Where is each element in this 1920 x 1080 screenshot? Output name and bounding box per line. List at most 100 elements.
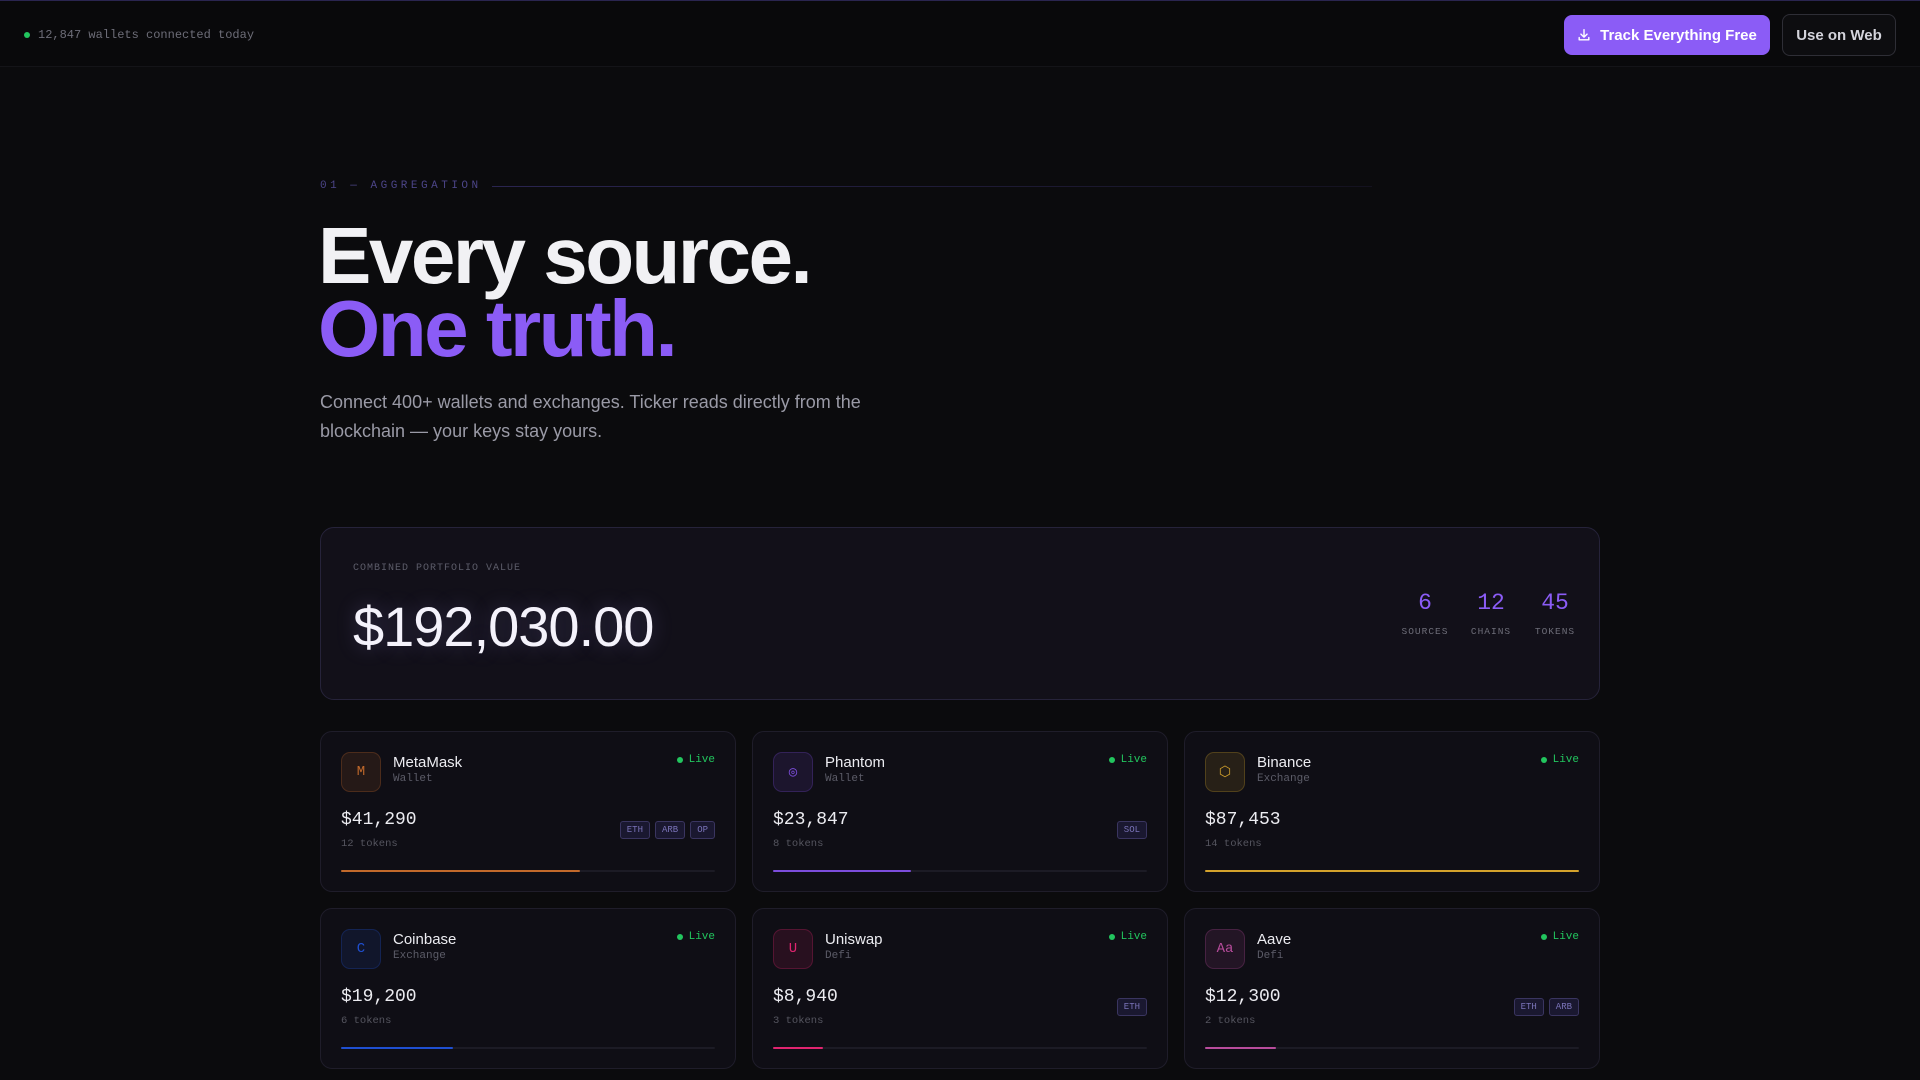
- source-token-count: 12 tokens: [341, 838, 398, 850]
- source-token-count: 6 tokens: [341, 1015, 392, 1027]
- source-name: Uniswap: [825, 931, 883, 948]
- track-everything-free-label: Track Everything Free: [1600, 26, 1757, 44]
- source-name: MetaMask: [393, 754, 463, 771]
- aave-icon: Aa: [1205, 929, 1245, 969]
- live-status-badge: Live: [1108, 754, 1147, 766]
- chain-chips: SOL: [1116, 821, 1147, 839]
- source-card-aave[interactable]: Aa Aave Defi Live $12,300 2 tokens ETH ARB: [1184, 908, 1600, 1069]
- stat-tokens-value: 45: [1541, 590, 1569, 616]
- binance-icon: ⬡: [1205, 752, 1245, 792]
- download-icon: [1578, 29, 1590, 41]
- stat-chains-label: CHAINS: [1470, 626, 1512, 637]
- live-dot-icon: [1540, 934, 1547, 940]
- live-dot-icon: [1108, 934, 1115, 940]
- hero-heading-line2: One truth.: [318, 284, 678, 373]
- live-status-badge: Live: [1540, 931, 1579, 943]
- metamask-icon: M: [341, 752, 381, 792]
- chain-chip: ETH: [619, 821, 650, 839]
- source-value: $41,290: [341, 810, 417, 830]
- wallets-connected-status: 12,847 wallets connected today: [24, 28, 254, 42]
- phantom-icon: ◎: [773, 752, 813, 792]
- allocation-bar: [1205, 1047, 1579, 1049]
- use-on-web-label: Use on Web: [1796, 26, 1882, 44]
- source-type: Defi: [1257, 950, 1284, 962]
- source-value: $87,453: [1205, 810, 1281, 830]
- source-type: Exchange: [393, 950, 446, 962]
- chain-chips: ETH ARB OP: [619, 821, 715, 839]
- source-name: Phantom: [825, 754, 886, 771]
- chain-chips: ETH ARB: [1513, 998, 1579, 1016]
- section-divider: [492, 186, 1372, 187]
- allocation-bar-fill: [1205, 1047, 1277, 1049]
- allocation-bar-fill: [341, 1047, 454, 1049]
- allocation-bar-fill: [1205, 870, 1579, 872]
- uniswap-icon: U: [773, 929, 813, 969]
- source-type: Exchange: [1257, 773, 1310, 785]
- source-name: Binance: [1257, 754, 1312, 771]
- live-dot-icon: [1540, 757, 1547, 763]
- live-status-text: Live: [1120, 754, 1147, 766]
- live-status-badge: Live: [1108, 931, 1147, 943]
- source-type: Wallet: [825, 773, 865, 785]
- stat-chains-value: 12: [1477, 590, 1505, 616]
- source-token-count: 8 tokens: [773, 838, 824, 850]
- stat-sources: 6 SOURCES: [1393, 588, 1457, 637]
- chain-chip: ARB: [1548, 998, 1579, 1016]
- allocation-bar: [341, 870, 715, 872]
- live-status-text: Live: [688, 931, 715, 943]
- source-value: $19,200: [341, 987, 417, 1007]
- source-card-phantom[interactable]: ◎ Phantom Wallet Live $23,847 8 tokens SOL: [752, 731, 1168, 892]
- wallets-connected-text: 12,847 wallets connected today: [38, 28, 255, 42]
- live-status-text: Live: [1120, 931, 1147, 943]
- source-type: Wallet: [393, 773, 433, 785]
- chain-chip: OP: [690, 821, 715, 839]
- hero-description: Connect 400+ wallets and exchanges. Tick…: [320, 392, 861, 441]
- source-card-binance[interactable]: ⬡ Binance Exchange Live $87,453 14 tokens: [1184, 731, 1600, 892]
- live-status-badge: Live: [676, 931, 715, 943]
- source-value: $12,300: [1205, 987, 1281, 1007]
- chain-chip: ARB: [654, 821, 686, 839]
- allocation-bar-fill: [773, 1047, 824, 1049]
- allocation-bar: [1205, 870, 1579, 872]
- status-dot-icon: [24, 32, 30, 38]
- use-on-web-button[interactable]: Use on Web: [1782, 14, 1896, 56]
- live-dot-icon: [676, 757, 683, 763]
- track-everything-free-button[interactable]: Track Everything Free: [1564, 15, 1770, 55]
- source-token-count: 14 tokens: [1205, 838, 1262, 850]
- stat-sources-label: SOURCES: [1401, 626, 1449, 637]
- chain-chip: ETH: [1513, 998, 1544, 1016]
- chain-chips: ETH: [1116, 998, 1147, 1016]
- combined-portfolio-card: COMBINED PORTFOLIO VALUE $192,030.00 6 S…: [320, 527, 1600, 700]
- top-bar: 12,847 wallets connected today Track Eve…: [0, 1, 1920, 67]
- live-status-text: Live: [688, 754, 715, 766]
- live-status-text: Live: [1552, 931, 1579, 943]
- portfolio-label: COMBINED PORTFOLIO VALUE: [353, 563, 522, 574]
- chain-chip: ETH: [1116, 998, 1147, 1016]
- chain-chip: SOL: [1116, 821, 1147, 839]
- stat-tokens-label: TOKENS: [1534, 626, 1576, 637]
- allocation-bar: [773, 870, 1147, 872]
- portfolio-value: $192,030.00: [353, 595, 654, 658]
- live-dot-icon: [676, 934, 683, 940]
- source-token-count: 2 tokens: [1205, 1015, 1256, 1027]
- source-name: Aave: [1257, 931, 1292, 948]
- allocation-bar-fill: [341, 870, 581, 872]
- live-status-text: Live: [1552, 754, 1579, 766]
- source-value: $23,847: [773, 810, 849, 830]
- live-status-badge: Live: [676, 754, 715, 766]
- source-card-uniswap[interactable]: U Uniswap Defi Live $8,940 3 tokens ETH: [752, 908, 1168, 1069]
- source-name: Coinbase: [393, 931, 457, 948]
- stat-chains: 12 CHAINS: [1461, 588, 1521, 637]
- coinbase-icon: C: [341, 929, 381, 969]
- stat-sources-value: 6: [1418, 590, 1432, 616]
- source-card-coinbase[interactable]: C Coinbase Exchange Live $19,200 6 tokens: [320, 908, 736, 1069]
- source-card-metamask[interactable]: M MetaMask Wallet Live $41,290 12 tokens ETH AR…: [320, 731, 736, 892]
- allocation-bar: [773, 1047, 1147, 1049]
- stat-tokens: 45 TOKENS: [1525, 588, 1585, 637]
- allocation-bar-fill: [773, 870, 912, 872]
- source-token-count: 3 tokens: [773, 1015, 824, 1027]
- live-status-badge: Live: [1540, 754, 1579, 766]
- source-value: $8,940: [773, 987, 838, 1007]
- source-type: Defi: [825, 950, 852, 962]
- allocation-bar: [341, 1047, 715, 1049]
